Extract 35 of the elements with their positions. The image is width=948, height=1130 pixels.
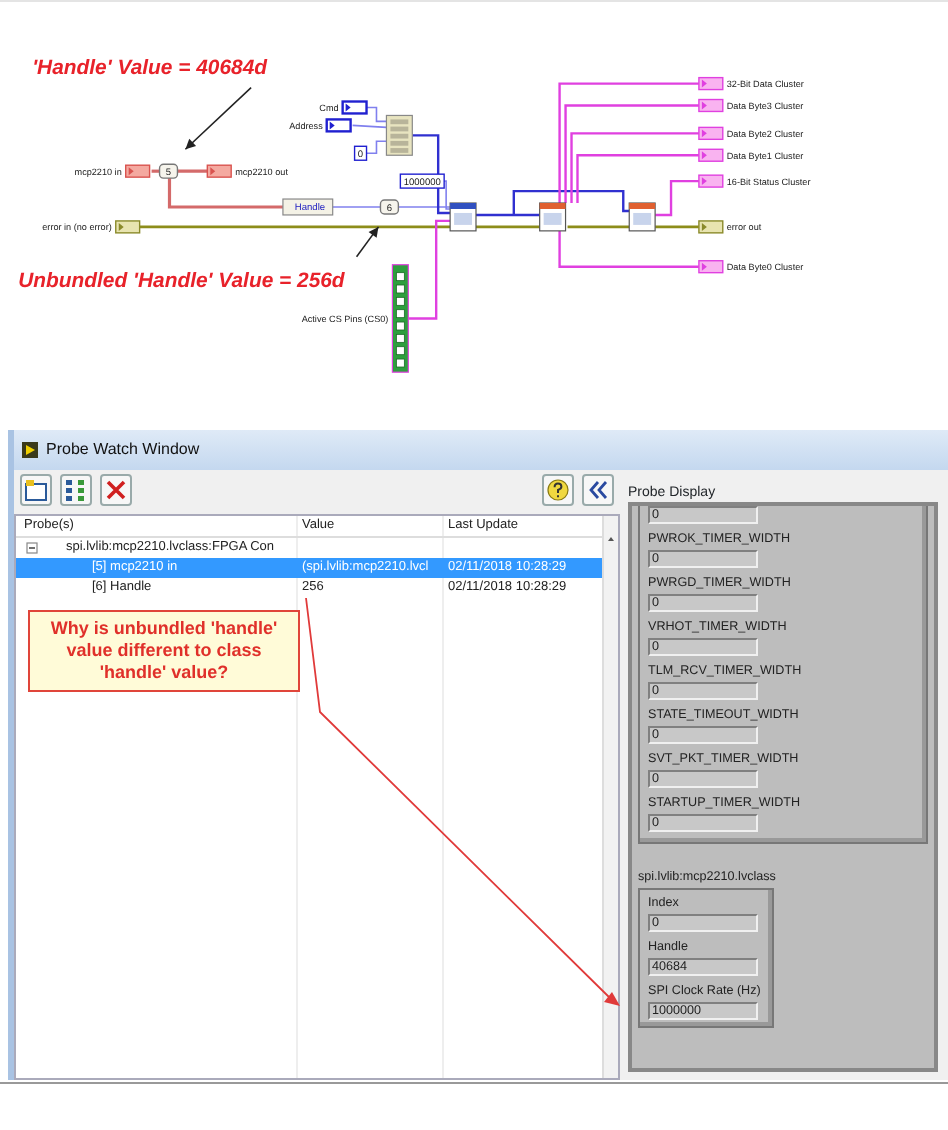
collapse-button[interactable] <box>582 474 614 506</box>
terminal-icon <box>341 100 368 115</box>
double-chevron-icon <box>586 478 610 502</box>
subvi-icon <box>539 202 567 232</box>
terminal-icon <box>115 220 141 234</box>
boolean-array-icon <box>391 264 409 373</box>
terminal-icon <box>698 148 724 162</box>
terminal-icon <box>698 76 724 91</box>
annotation-arrow <box>184 86 252 151</box>
terminal-icon <box>325 118 352 133</box>
subvi-icon <box>628 202 656 232</box>
probe-list-button[interactable] <box>60 474 92 506</box>
grid-icon <box>64 478 88 502</box>
app-icon <box>22 442 38 458</box>
terminal-icon <box>698 260 724 274</box>
annotation-text: 'Handle' Value = 40684d <box>32 57 267 80</box>
annotation-text: Unbundled 'Handle' Value = 256d <box>18 270 345 293</box>
window-title: Probe Watch Window <box>46 438 200 462</box>
terminal-icon <box>698 174 724 188</box>
terminal-icon <box>698 126 724 141</box>
new-probe-button[interactable] <box>20 474 52 506</box>
callout-note: Why is unbundled 'handle' value different to class 'handle' value? <box>28 610 300 692</box>
terminal-icon <box>125 164 151 178</box>
bundle-icon <box>385 114 413 156</box>
terminal-icon <box>698 98 724 113</box>
expander-icon[interactable] <box>26 542 38 554</box>
subvi-icon <box>449 202 477 232</box>
delete-button[interactable] <box>100 474 132 506</box>
annotation-arrow <box>355 226 380 258</box>
terminal-icon <box>698 220 724 234</box>
close-icon <box>104 478 128 502</box>
window-icon <box>24 478 48 502</box>
help-icon <box>546 478 570 502</box>
help-button[interactable] <box>542 474 574 506</box>
terminal-icon <box>206 164 232 178</box>
